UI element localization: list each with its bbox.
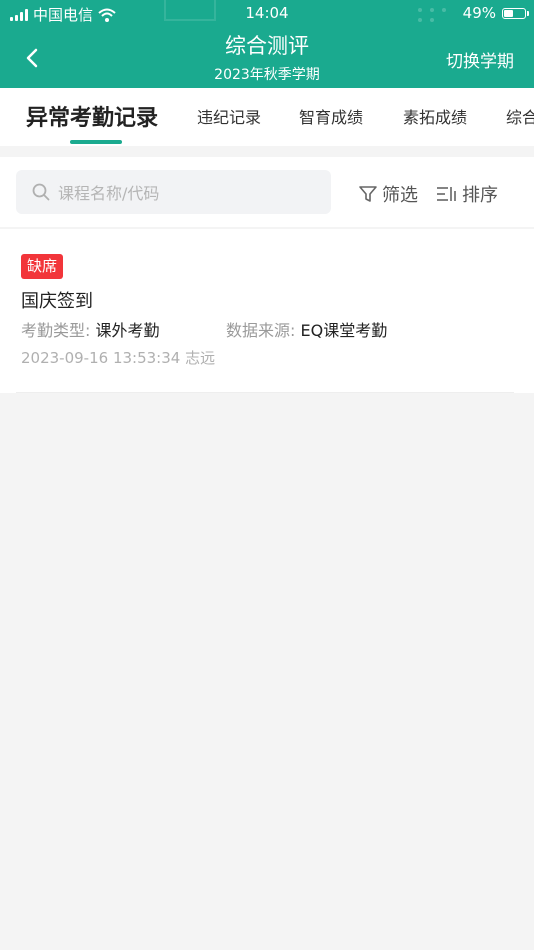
tab-discipline[interactable]: 违纪记录	[197, 104, 261, 128]
status-right: 49%	[462, 4, 529, 22]
search-toolbar: 筛选 排序	[0, 157, 534, 227]
sort-button[interactable]: 排序	[436, 181, 498, 207]
attendance-type-label: 考勤类型:	[21, 321, 91, 340]
tab-intellectual-scores[interactable]: 智育成绩	[299, 104, 363, 128]
data-source: 数据来源: EQ课堂考勤	[226, 317, 387, 341]
data-source-label: 数据来源:	[226, 321, 296, 340]
status-badge: 缺席	[21, 254, 64, 279]
tab-abnormal-attendance[interactable]: 异常考勤记录	[26, 100, 158, 132]
search-icon	[32, 183, 50, 201]
battery-percent: 49%	[462, 4, 496, 22]
switch-semester-button[interactable]: 切换学期	[446, 47, 514, 72]
tab-development-scores[interactable]: 素拓成绩	[403, 104, 467, 128]
record-timestamp: 2023-09-16 13:53:34 志远	[21, 349, 216, 367]
battery-fill	[504, 9, 513, 17]
filter-label: 筛选	[382, 185, 418, 206]
sort-label: 排序	[462, 185, 498, 206]
attendance-type-value: 课外考勤	[95, 321, 160, 340]
data-source-value: EQ课堂考勤	[300, 321, 388, 340]
list-item[interactable]: 缺席 国庆签到 考勤类型: 课外考勤 数据来源: EQ课堂考勤 2023-09-…	[0, 229, 534, 393]
search-box[interactable]	[16, 170, 331, 214]
battery-icon	[502, 7, 529, 19]
filter-button[interactable]: 筛选	[358, 181, 418, 207]
tab-bar: 异常考勤记录 违纪记录 智育成绩 素拓成绩 综合	[0, 88, 534, 146]
status-time: 14:04	[245, 4, 289, 22]
attendance-type: 考勤类型: 课外考勤	[21, 317, 160, 341]
active-tab-indicator	[70, 140, 122, 144]
status-bar: 中国电信 14:04 49%	[0, 0, 534, 28]
divider	[16, 392, 514, 393]
record-title: 国庆签到	[21, 291, 93, 312]
filter-icon	[359, 186, 377, 202]
app-header: 中国电信 14:04 49% 综合测评 2023年秋季学期 切换学期	[0, 0, 534, 88]
tab-comprehensive[interactable]: 综合	[506, 104, 534, 128]
search-input[interactable]	[56, 178, 320, 208]
sort-icon	[437, 187, 456, 201]
